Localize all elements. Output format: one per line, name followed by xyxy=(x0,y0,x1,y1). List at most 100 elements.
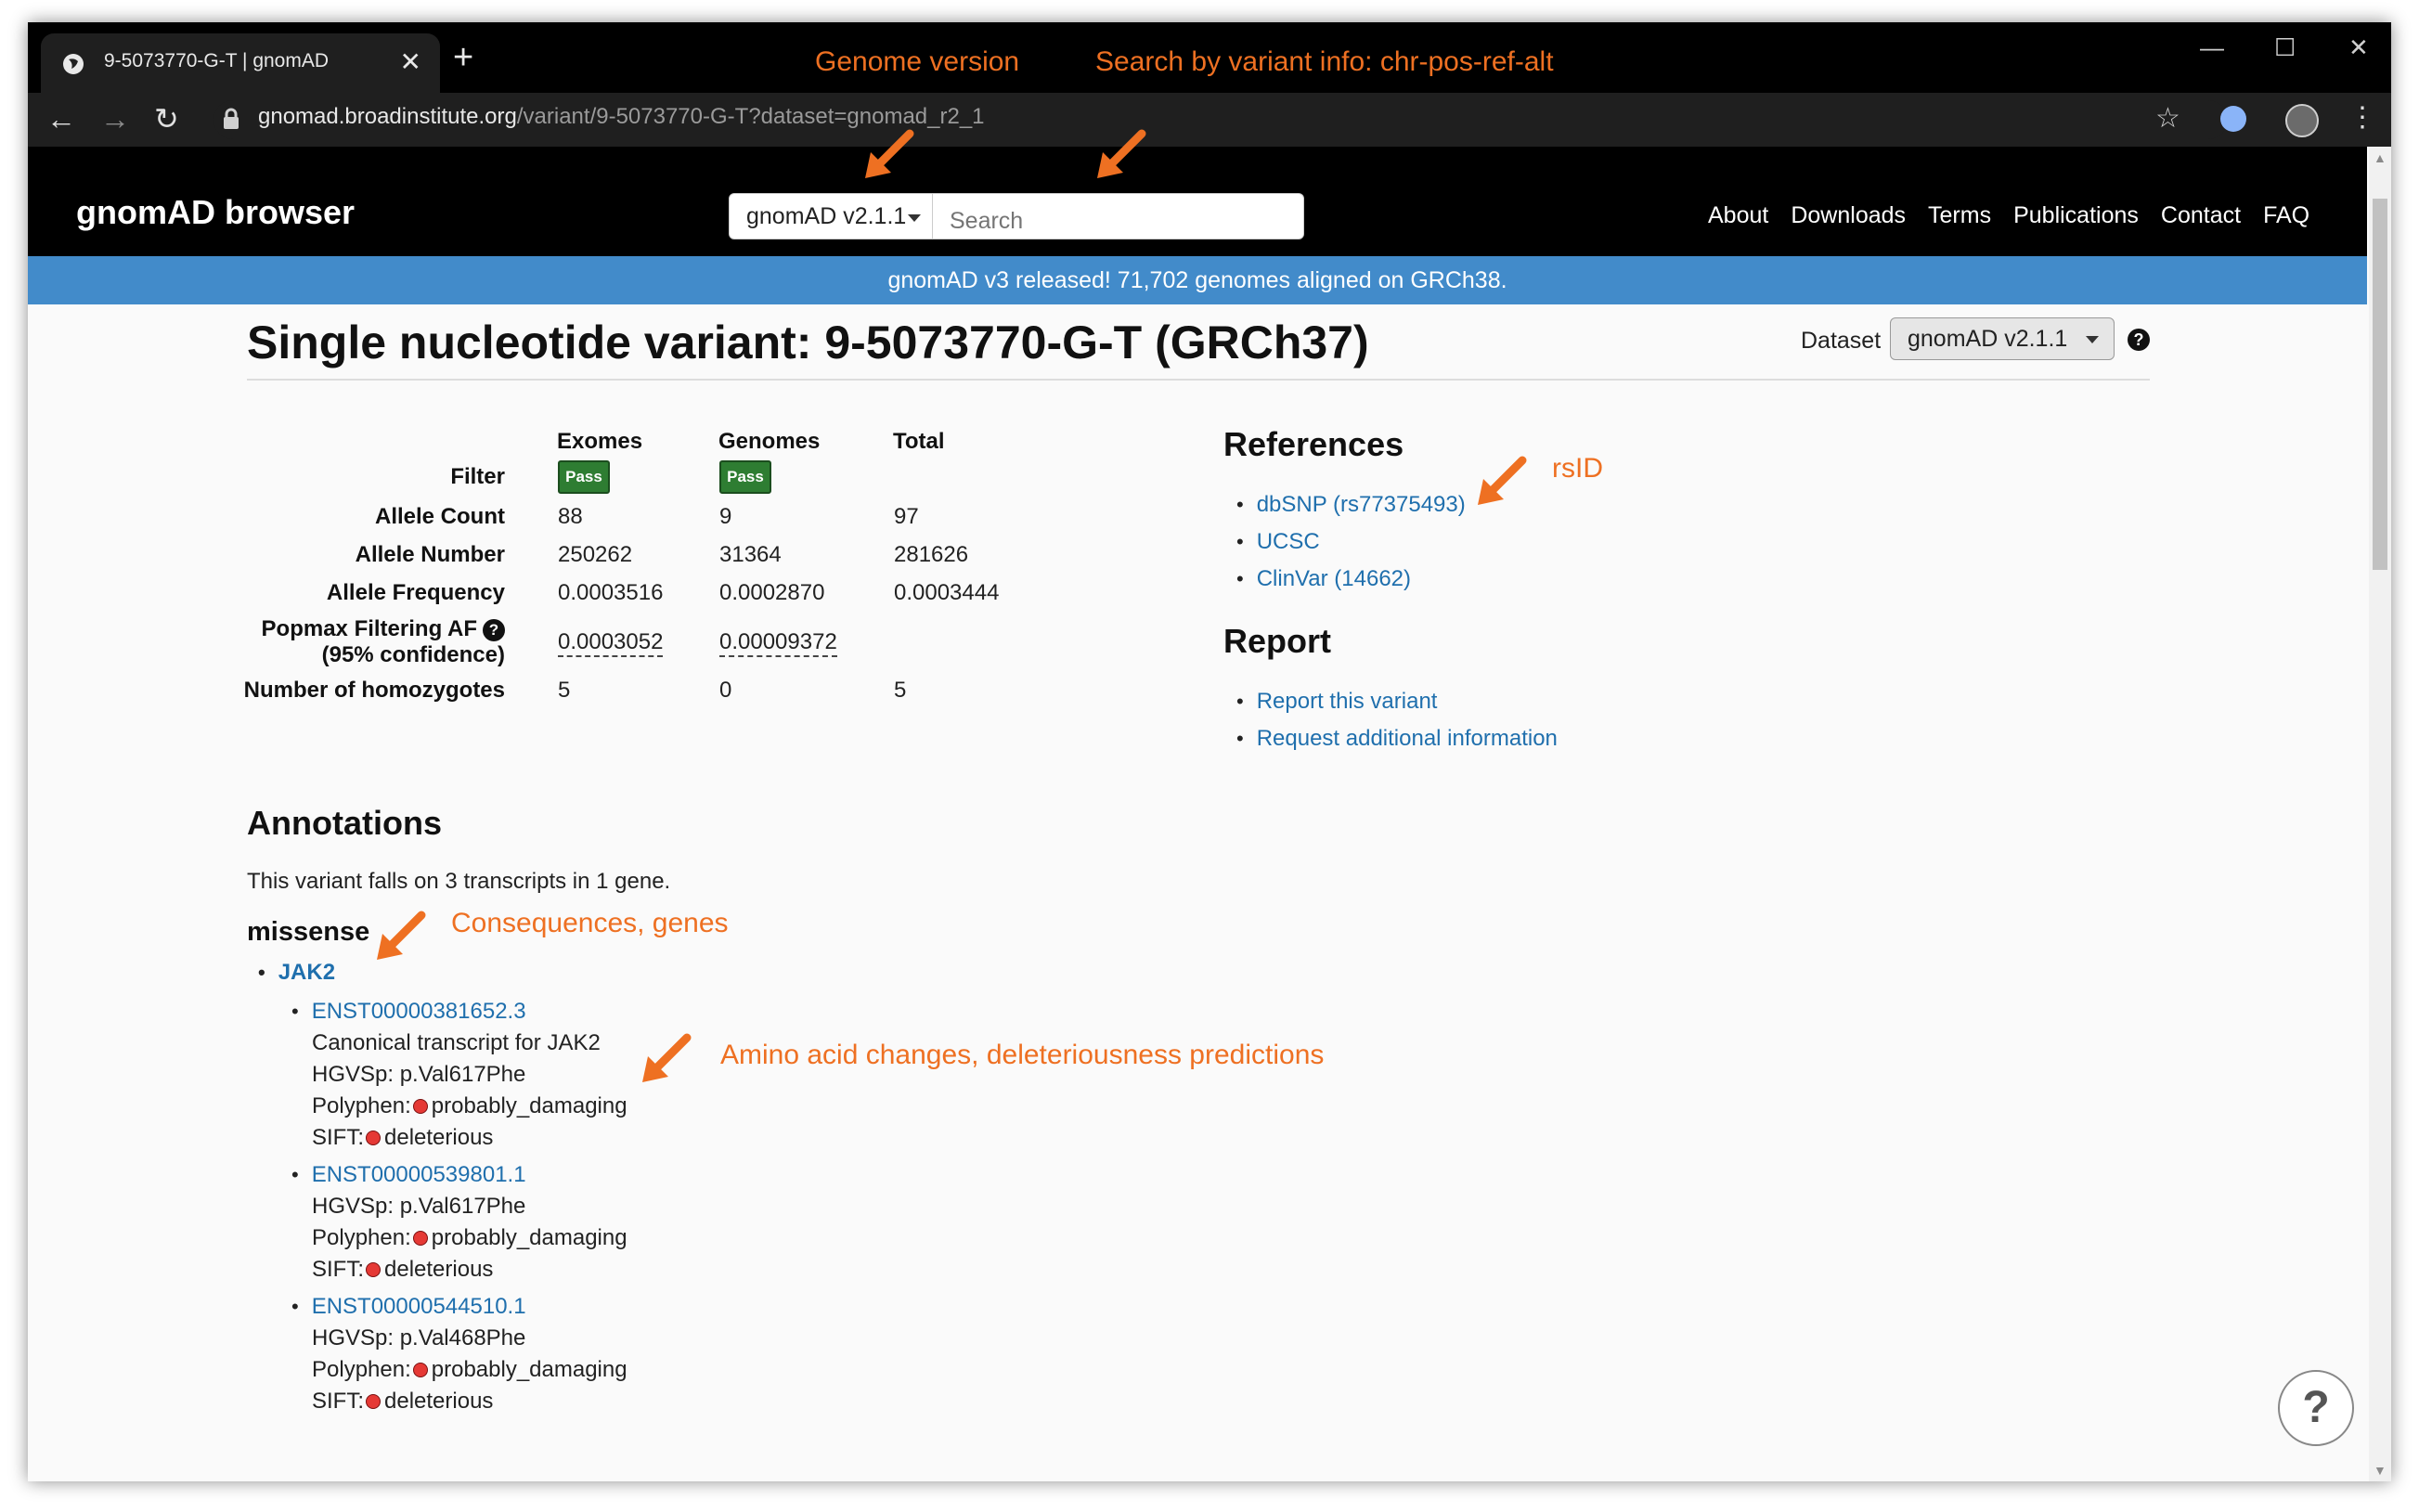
transcript-link[interactable]: ENST00000544510.1 xyxy=(312,1294,526,1319)
danger-dot-icon xyxy=(366,1393,382,1409)
divider xyxy=(247,379,2150,381)
popmax-sublabel: (95% confidence) xyxy=(321,642,505,667)
annotation-consequences: Consequences, genes xyxy=(451,908,729,938)
transcript-polyphen: Polyphen: probably_damaging xyxy=(312,1357,627,1383)
transcript-item: ENST00000381652.3 xyxy=(291,999,526,1025)
row-label-allele-number: Allele Number xyxy=(355,542,505,567)
dataset-select[interactable]: gnomAD v2.1.1 xyxy=(1890,317,2115,360)
danger-dot-icon xyxy=(412,1230,428,1246)
row-label-allele-frequency: Allele Frequency xyxy=(326,580,505,605)
dataset-label: Dataset xyxy=(1801,328,1882,354)
sift-value: deleterious xyxy=(384,1257,494,1282)
annotation-genome-version: Genome version xyxy=(815,46,1020,77)
transcript-sift: SIFT: deleterious xyxy=(312,1125,493,1151)
references-heading: References xyxy=(1223,425,1404,463)
sift-value: deleterious xyxy=(384,1389,494,1414)
allele-frequency-genomes: 0.0002870 xyxy=(719,580,825,605)
gene-link[interactable]: JAK2 xyxy=(278,960,335,985)
danger-dot-icon xyxy=(412,1362,428,1377)
danger-dot-icon xyxy=(412,1098,428,1114)
transcript-sift: SIFT: deleterious xyxy=(312,1257,493,1283)
chevron-down-icon xyxy=(2086,336,2099,343)
request-info-link[interactable]: Request additional information xyxy=(1257,726,1558,751)
arrow-annotation-icon xyxy=(1478,456,1527,505)
row-label-homozygotes: Number of homozygotes xyxy=(243,678,505,703)
col-header-exomes: Exomes xyxy=(557,429,643,454)
sift-label: SIFT: xyxy=(312,1125,365,1150)
homozygotes-genomes: 0 xyxy=(719,678,732,703)
homozygotes-exomes: 5 xyxy=(558,678,571,703)
reference-item: UCSC xyxy=(1236,529,1320,555)
reference-item: ClinVar (14662) xyxy=(1236,566,1411,592)
popmax-genomes[interactable]: 0.00009372 xyxy=(719,629,837,657)
help-icon[interactable]: ? xyxy=(2128,329,2150,351)
row-label-allele-count: Allele Count xyxy=(374,504,505,529)
clinvar-link[interactable]: ClinVar (14662) xyxy=(1257,566,1411,591)
allele-count-genomes: 9 xyxy=(719,504,732,529)
transcript-polyphen: Polyphen: probably_damaging xyxy=(312,1093,627,1119)
page-title: Single nucleotide variant: 9-5073770-G-T… xyxy=(247,317,1369,368)
arrow-annotation-icon xyxy=(377,911,426,960)
gene-item: JAK2 xyxy=(258,960,335,986)
sift-value: deleterious xyxy=(384,1125,494,1150)
allele-frequency-total: 0.0003444 xyxy=(894,580,1000,605)
homozygotes-total: 5 xyxy=(894,678,907,703)
transcript-link[interactable]: ENST00000539801.1 xyxy=(312,1162,526,1187)
transcript-hgvsp: HGVSp: p.Val617Phe xyxy=(312,1194,526,1219)
col-header-total: Total xyxy=(893,429,945,454)
reference-item: dbSNP (rs77375493) xyxy=(1236,492,1466,518)
scrollbar-thumb[interactable] xyxy=(2373,199,2387,570)
annotations-heading: Annotations xyxy=(247,804,442,842)
transcript-hgvsp: HGVSp: p.Val468Phe xyxy=(312,1325,526,1350)
report-variant-link[interactable]: Report this variant xyxy=(1257,689,1438,714)
annotation-amino-acid: Amino acid changes, deleteriousness pred… xyxy=(720,1040,1325,1070)
transcript-sift: SIFT: deleterious xyxy=(312,1389,493,1415)
polyphen-label: Polyphen: xyxy=(312,1093,411,1118)
sift-label: SIFT: xyxy=(312,1389,365,1414)
annotation-search-by: Search by variant info: chr-pos-ref-alt xyxy=(1095,46,1554,77)
report-item: Report this variant xyxy=(1236,689,1438,715)
transcript-item: ENST00000544510.1 xyxy=(291,1294,526,1320)
ucsc-link[interactable]: UCSC xyxy=(1257,529,1320,554)
report-item: Request additional information xyxy=(1236,726,1558,752)
row-label-filter: Filter xyxy=(450,464,505,489)
main-content: Single nucleotide variant: 9-5073770-G-T… xyxy=(28,22,2367,1481)
scroll-down-icon[interactable]: ▼ xyxy=(2374,1463,2387,1478)
polyphen-value: probably_damaging xyxy=(431,1357,627,1382)
dbsnp-link[interactable]: dbSNP (rs77375493) xyxy=(1257,492,1466,517)
arrow-annotation-icon xyxy=(865,129,914,178)
allele-count-total: 97 xyxy=(894,504,919,529)
annotation-rsid: rsID xyxy=(1552,453,1603,484)
transcript-hgvsp: HGVSp: p.Val617Phe xyxy=(312,1062,526,1087)
help-button[interactable]: ? xyxy=(2278,1370,2354,1446)
polyphen-label: Polyphen: xyxy=(312,1225,411,1250)
consequence-heading: missense xyxy=(247,917,370,947)
row-label-popmax: Popmax Filtering AF? xyxy=(226,616,505,642)
arrow-annotation-icon xyxy=(1097,129,1146,178)
transcript-note: Canonical transcript for JAK2 xyxy=(312,1030,601,1055)
polyphen-value: probably_damaging xyxy=(431,1093,627,1118)
allele-number-exomes: 250262 xyxy=(558,542,633,567)
scroll-up-icon[interactable]: ▲ xyxy=(2374,150,2387,165)
danger-dot-icon xyxy=(366,1130,382,1145)
transcript-link[interactable]: ENST00000381652.3 xyxy=(312,999,526,1024)
allele-frequency-exomes: 0.0003516 xyxy=(558,580,664,605)
help-icon[interactable]: ? xyxy=(483,618,505,641)
col-header-genomes: Genomes xyxy=(718,429,821,454)
popmax-label: Popmax Filtering AF xyxy=(261,616,477,641)
allele-number-total: 281626 xyxy=(894,542,969,567)
pass-badge-exomes: Pass xyxy=(558,460,610,494)
sift-label: SIFT: xyxy=(312,1257,365,1282)
transcript-item: ENST00000539801.1 xyxy=(291,1162,526,1188)
popmax-exomes[interactable]: 0.0003052 xyxy=(558,629,664,657)
report-heading: Report xyxy=(1223,622,1331,660)
annotations-summary: This variant falls on 3 transcripts in 1… xyxy=(247,869,671,894)
polyphen-label: Polyphen: xyxy=(312,1357,411,1382)
allele-number-genomes: 31364 xyxy=(719,542,782,567)
polyphen-value: probably_damaging xyxy=(431,1225,627,1250)
browser-window: 9-5073770-G-T | gnomAD ✕ + — ☐ ✕ ← → ↻ g… xyxy=(28,22,2391,1481)
allele-count-exomes: 88 xyxy=(558,504,583,529)
pass-badge-genomes: Pass xyxy=(719,460,771,494)
arrow-annotation-icon xyxy=(642,1033,692,1082)
dataset-select-value: gnomAD v2.1.1 xyxy=(1908,326,2068,352)
